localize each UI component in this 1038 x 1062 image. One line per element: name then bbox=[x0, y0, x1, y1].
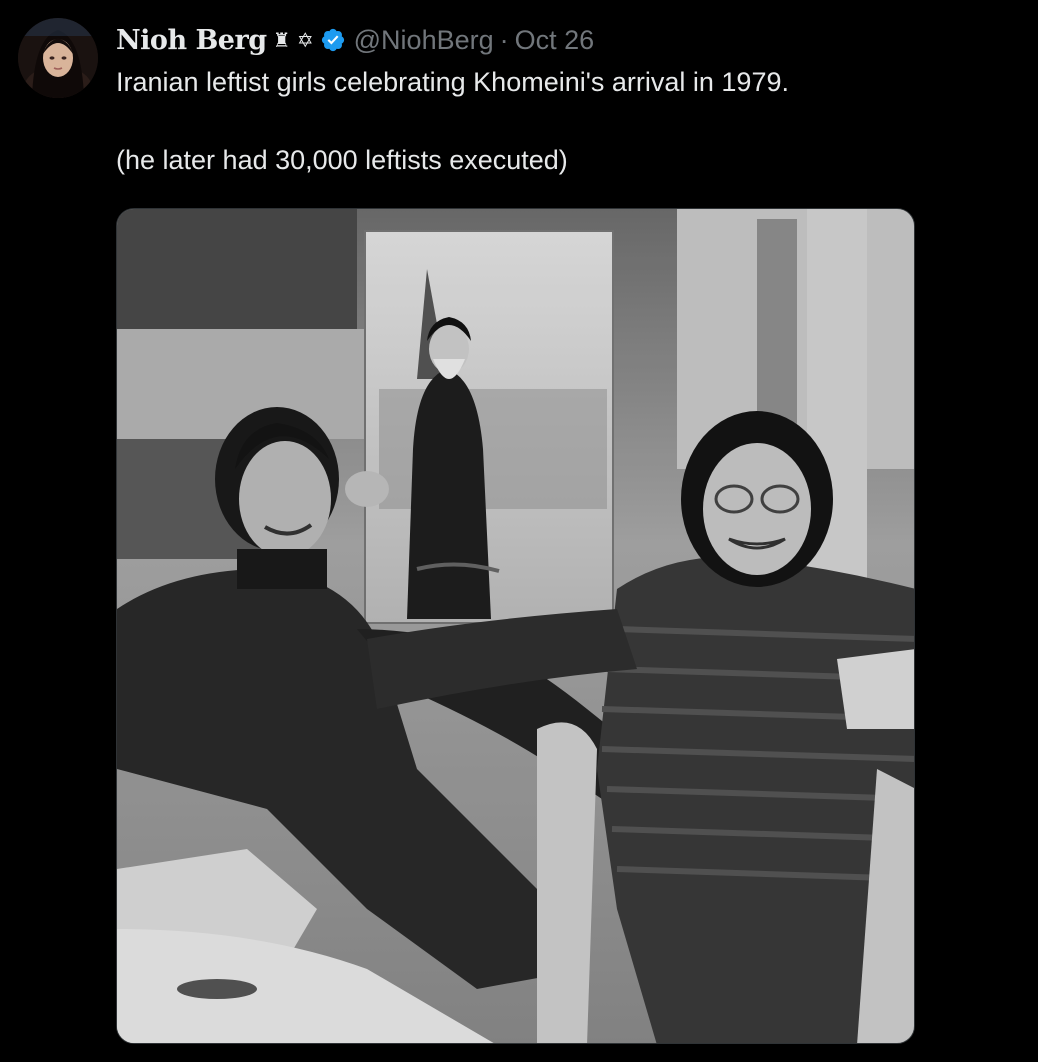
tweet-header: Nioh Berg ♜ ✡ @NiohBerg · Oct 26 bbox=[116, 22, 594, 58]
tweet-text-line-2: (he later had 30,000 leftists executed) bbox=[116, 145, 568, 175]
tweet-text: Iranian leftist girls celebrating Khomei… bbox=[116, 64, 996, 179]
name-emojis: ♜ ✡ bbox=[272, 28, 314, 52]
avatar-photo-icon bbox=[18, 18, 98, 98]
user-handle[interactable]: @NiohBerg bbox=[354, 25, 494, 56]
tweet[interactable]: Nioh Berg ♜ ✡ @NiohBerg · Oct 26 Iranian… bbox=[0, 0, 1038, 1062]
verified-badge-icon bbox=[320, 27, 346, 53]
photo-icon bbox=[117, 209, 914, 1043]
display-name[interactable]: Nioh Berg bbox=[116, 25, 267, 56]
separator-dot: · bbox=[499, 24, 509, 55]
tweet-date[interactable]: Oct 26 bbox=[515, 25, 595, 56]
tweet-text-line-1: Iranian leftist girls celebrating Khomei… bbox=[116, 67, 789, 97]
avatar[interactable] bbox=[18, 18, 98, 98]
tweet-media-photo[interactable] bbox=[116, 208, 915, 1044]
